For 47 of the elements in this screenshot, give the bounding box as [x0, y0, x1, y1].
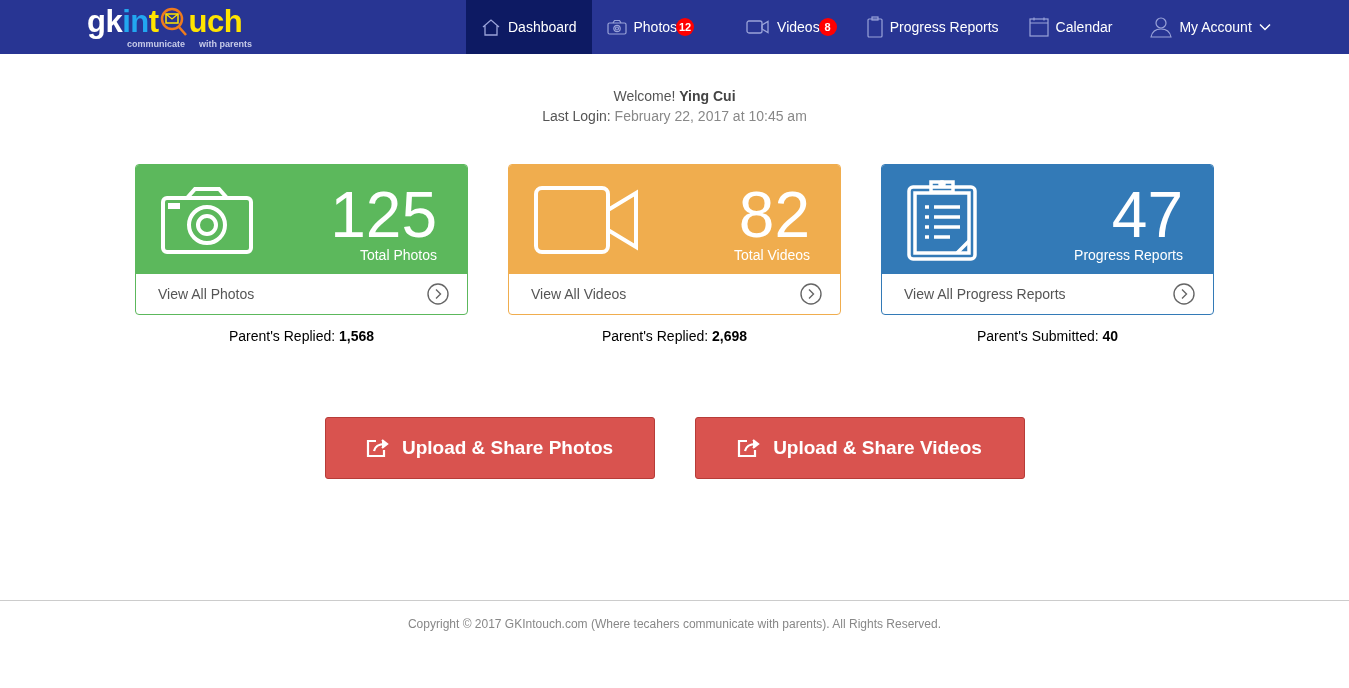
- logo[interactable]: gkint uch communicate with parents: [87, 0, 466, 54]
- last-login-text: Last Login: February 22, 2017 at 10:45 am: [541, 107, 808, 126]
- chevron-circle-icon: [800, 283, 822, 305]
- magnifier-envelope-icon: [158, 5, 189, 38]
- logo-text: in: [122, 6, 149, 37]
- user-icon: [1150, 16, 1173, 38]
- stat-text: Parent's Submitted: 40: [976, 328, 1119, 344]
- nav-item[interactable]: My Account: [1135, 0, 1286, 54]
- home-icon: [481, 18, 501, 36]
- view-all-link[interactable]: View All Videos: [509, 274, 840, 314]
- share-icon: [365, 438, 390, 458]
- count-caption: Total Photos: [359, 246, 437, 263]
- count-caption: Progress Reports: [1074, 246, 1183, 263]
- camera-icon: [161, 185, 253, 254]
- clipboard-icon: [907, 178, 979, 261]
- logo-text: uch: [188, 6, 243, 37]
- count-badge: 12: [676, 18, 695, 36]
- upload-share-button[interactable]: Upload & Share Videos: [694, 417, 1025, 479]
- share-icon: [737, 438, 762, 458]
- chevron-circle-icon: [427, 283, 449, 305]
- welcome-text: Welcome! Ying Cui: [612, 87, 737, 106]
- nav-item[interactable]: Videos 8: [731, 0, 852, 54]
- nav-item[interactable]: Photos12: [591, 0, 710, 54]
- copyright-text: Copyright © 2017 GKIntouch.com (Where tecahers communicate with parents). All Rights Reserved.: [406, 617, 943, 631]
- chevron-circle-icon: [1173, 283, 1195, 305]
- logo-tagline: communicate: [127, 38, 186, 49]
- view-all-link[interactable]: View All Progress Reports: [882, 274, 1213, 314]
- count-badge: 8: [818, 18, 837, 36]
- count-number: 125: [330, 182, 437, 247]
- video-camera-icon: [746, 19, 771, 35]
- stat-text: Parent's Replied: 1,568: [228, 328, 375, 344]
- video-camera-icon: [534, 185, 638, 254]
- calendar-icon: [1028, 17, 1049, 37]
- clipboard-icon: [866, 16, 883, 38]
- count-number: 82: [738, 182, 810, 247]
- nav-item[interactable]: Progress Reports: [851, 0, 1014, 54]
- stat-text: Parent's Replied: 2,698: [601, 328, 748, 344]
- nav-item[interactable]: Calendar: [1013, 0, 1128, 54]
- logo-text: t: [148, 6, 159, 37]
- count-caption: Total Videos: [734, 246, 810, 263]
- logo-tagline: with parents: [199, 38, 253, 49]
- count-number: 47: [1111, 182, 1183, 247]
- logo-text: gk: [87, 6, 123, 37]
- upload-share-button[interactable]: Upload & Share Photos: [324, 417, 655, 479]
- view-all-link[interactable]: View All Photos: [136, 274, 467, 314]
- nav-item[interactable]: Dashboard: [466, 0, 592, 54]
- camera-icon: [606, 19, 627, 35]
